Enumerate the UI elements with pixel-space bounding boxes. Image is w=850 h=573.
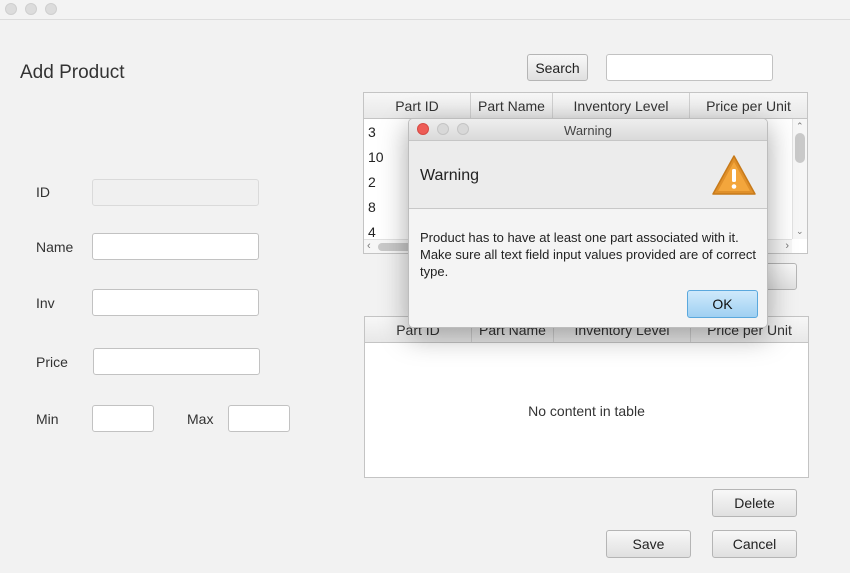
warning-dialog: Warning Warning Product has to have at l…: [408, 118, 768, 328]
empty-table-message: No content in table: [528, 403, 645, 419]
dialog-titlebar: Warning: [409, 119, 767, 141]
scroll-left-icon[interactable]: ‹: [367, 240, 371, 252]
parts-table-header: Part ID Part Name Inventory Level Price …: [364, 93, 807, 119]
scroll-thumb[interactable]: [795, 133, 805, 163]
name-label: Name: [36, 239, 74, 255]
price-label: Price: [36, 354, 68, 370]
dialog-heading: Warning: [420, 167, 479, 184]
min-label: Min: [36, 411, 59, 427]
scroll-up-icon[interactable]: ⌃: [796, 121, 804, 132]
window-minimize-button[interactable]: [25, 3, 37, 15]
id-field: [92, 179, 259, 206]
window-zoom-button[interactable]: [45, 3, 57, 15]
cancel-button[interactable]: Cancel: [712, 530, 797, 558]
dialog-window-title: Warning: [564, 123, 612, 138]
name-field[interactable]: [92, 233, 259, 260]
column-header-part-id[interactable]: Part ID: [364, 93, 471, 118]
scroll-right-icon[interactable]: ›: [785, 240, 789, 252]
max-label: Max: [187, 411, 214, 427]
price-field[interactable]: [93, 348, 260, 375]
search-button[interactable]: Search: [527, 54, 588, 81]
parts-table-vertical-scrollbar[interactable]: ⌃ ⌄: [792, 119, 807, 239]
column-header-inventory-level[interactable]: Inventory Level: [553, 93, 690, 118]
part-id-cell: 8: [368, 198, 376, 215]
column-header-price-per-unit[interactable]: Price per Unit: [690, 93, 807, 118]
dialog-message: Product has to have at least one part as…: [420, 230, 757, 279]
save-button[interactable]: Save: [606, 530, 691, 558]
window-close-button[interactable]: [5, 3, 17, 15]
window-titlebar: [0, 0, 850, 20]
delete-button[interactable]: Delete: [712, 489, 797, 517]
search-input[interactable]: [606, 54, 773, 81]
inv-label: Inv: [36, 295, 55, 311]
id-label: ID: [36, 184, 50, 200]
max-field[interactable]: [228, 405, 290, 432]
associated-parts-table: Part ID Part Name Inventory Level Price …: [364, 316, 809, 478]
inv-field[interactable]: [92, 289, 259, 316]
part-id-cell: 2: [368, 173, 376, 190]
warning-triangle-icon: [712, 155, 756, 195]
page-title: Add Product: [20, 62, 125, 83]
column-header-part-name[interactable]: Part Name: [471, 93, 553, 118]
ok-button[interactable]: OK: [687, 290, 758, 318]
part-id-cell: 3: [368, 123, 376, 140]
part-id-cell: 4: [368, 223, 376, 240]
scroll-down-icon[interactable]: ⌄: [796, 226, 804, 237]
part-id-cell: 10: [368, 148, 384, 165]
min-field[interactable]: [92, 405, 154, 432]
